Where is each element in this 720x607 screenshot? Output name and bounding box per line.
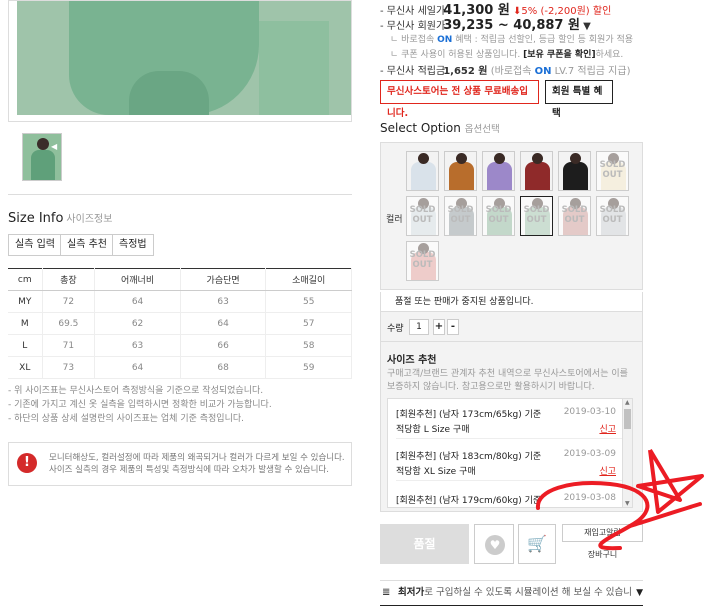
table-cell: 57	[265, 312, 352, 335]
soldout-label: SOLD OUT	[407, 242, 438, 280]
list-icon: ≣	[382, 587, 391, 598]
color-swatch[interactable]	[520, 151, 553, 191]
soldout-label: SOLD OUT	[483, 197, 514, 235]
soldout-label: SOLD OUT	[597, 197, 628, 235]
table-cell: 62	[94, 312, 181, 335]
scrollbar[interactable]: ▲ ▼	[622, 399, 632, 507]
table-cell: M	[8, 312, 43, 335]
size-recommend-box: 사이즈 추천 구매고객/브랜드 관계자 추천 내역으로 무신사스토어에서는 이를…	[380, 342, 643, 512]
coupon-note: ㄴ 쿠폰 사용이 허용된 상품입니다. [보유 쿠폰을 확인]하세요.	[390, 50, 624, 60]
chevron-down-icon: ▼	[636, 588, 643, 598]
table-cell: 69.5	[42, 312, 96, 335]
table-cell: XL	[8, 356, 43, 379]
size-table: cm 총장 어깨너비 가슴단면 소매길이 MY 72 64 63 55 M 69.5 62 64 57 L 7…	[8, 268, 352, 379]
table-cell: 58	[265, 334, 352, 357]
heart-icon: ♥	[485, 535, 505, 555]
cart-icon: 🛒	[527, 534, 547, 553]
recommend-list[interactable]: [회원추천] (남자 173cm/65kg) 기준 2019-03-10 적당함 …	[387, 398, 633, 508]
table-row: MY 72 64 63 55	[8, 290, 352, 313]
table-cell: 71	[42, 334, 96, 357]
table-cell: MY	[8, 290, 43, 313]
list-item: [회원추천] (남자 173cm/65kg) 기준 2019-03-10 적당함 …	[396, 399, 622, 439]
soldout-buy-button[interactable]: 품절	[380, 524, 469, 564]
list-item: [회원추천] (남자 179cm/60kg) 기준 2019-03-08	[396, 493, 616, 506]
free-shipping-banner[interactable]: 무신사스토어는 전 상품 무료배송입니다.	[380, 80, 539, 119]
table-cell: 64	[94, 290, 181, 313]
table-row: L 71 63 66 58	[8, 334, 352, 357]
color-swatch[interactable]: SOLD OUT	[406, 241, 439, 281]
measure-input-button[interactable]: 실측 입력	[8, 234, 62, 256]
report-link[interactable]: 신고	[599, 464, 616, 477]
table-cell: 64	[94, 356, 181, 379]
color-label: 컬러	[386, 215, 403, 225]
quantity-minus-button[interactable]: -	[447, 319, 459, 335]
color-swatch[interactable]	[444, 151, 477, 191]
table-cell: 59	[265, 356, 352, 379]
quantity-input[interactable]: 1	[409, 319, 429, 335]
table-cell: 64	[180, 312, 267, 335]
wishlist-button[interactable]: 장바구니	[562, 546, 643, 564]
color-swatch[interactable]: SOLD OUT	[596, 151, 629, 191]
color-swatch[interactable]: SOLD OUT	[406, 196, 439, 236]
divider	[8, 194, 352, 195]
measure-recommend-button[interactable]: 실측 추천	[60, 234, 114, 256]
table-cell: 68	[180, 356, 267, 379]
size-notes: - 위 사이즈표는 무신사스토어 측정방식을 기준으로 작성되었습니다. - 기…	[8, 386, 272, 424]
warning-box: ! 모니터해상도, 컬러설정에 따라 제품의 왜곡되거나 컬러가 다르게 보일 …	[8, 442, 352, 486]
table-row: XL 73 64 68 59	[8, 356, 352, 379]
table-header-cell: 소매길이	[265, 268, 352, 291]
table-cell: 63	[94, 334, 181, 357]
table-cell: 72	[42, 290, 96, 313]
coupon-link[interactable]: [보유 쿠폰을 확인]	[523, 50, 595, 60]
soldout-label: SOLD OUT	[407, 197, 438, 235]
soldout-label: SOLD OUT	[597, 152, 628, 190]
select-option-title: Select Option 옵션선택	[380, 121, 500, 135]
table-header-cell: 총장	[42, 268, 96, 291]
table-cell: 73	[42, 356, 96, 379]
warning-icon: !	[17, 453, 37, 473]
quantity-row: 수량 1 + -	[380, 312, 643, 342]
color-swatch[interactable]	[558, 151, 591, 191]
table-cell: 63	[180, 290, 267, 313]
table-cell: 66	[180, 334, 267, 357]
table-row: M 69.5 62 64 57	[8, 312, 352, 335]
soldout-label: SOLD OUT	[445, 197, 476, 235]
soldout-notice: 품절 또는 판매가 중지된 상품입니다.	[380, 292, 643, 312]
soldout-label: SOLD OUT	[521, 197, 552, 235]
color-swatch[interactable]	[406, 151, 439, 191]
restock-alert-button[interactable]: 재입고알림	[562, 524, 643, 542]
color-swatch[interactable]: SOLD OUT	[520, 196, 553, 236]
quantity-plus-button[interactable]: +	[433, 319, 445, 335]
direct-access-note: ㄴ 바로접속 ON 혜택 : 적립금 선할인, 등급 할인 등 회원가 적용	[390, 35, 634, 45]
like-button[interactable]: ♥	[474, 524, 514, 564]
size-info-title: Size Info 사이즈정보	[8, 211, 113, 226]
list-item: [회원추천] (남자 183cm/80kg) 기준 2019-03-09 적당함 …	[396, 441, 622, 481]
table-header-cell: 가슴단면	[180, 268, 267, 291]
soldout-label: SOLD OUT	[559, 197, 590, 235]
chevron-down-icon: ▼	[583, 21, 591, 32]
product-thumbnail[interactable]: ◀	[22, 133, 62, 181]
color-swatch[interactable]	[482, 151, 515, 191]
measure-method-button[interactable]: 측정법	[112, 234, 154, 256]
cart-button[interactable]: 🛒	[518, 524, 556, 564]
color-swatch[interactable]: SOLD OUT	[482, 196, 515, 236]
points-row: - 무신사 적립금 1,652 원 (바로접속 ON LV.7 적립금 지급)	[380, 66, 631, 77]
table-header-cell: cm	[8, 268, 43, 291]
color-swatch[interactable]: SOLD OUT	[558, 196, 591, 236]
product-main-image	[8, 0, 352, 122]
member-price-row[interactable]: - 무신사 회원가 39,235 ~ 40,887 원 ▼	[380, 14, 591, 33]
table-cell: L	[8, 334, 43, 357]
report-link[interactable]: 신고	[599, 422, 616, 435]
price-simulation-bar[interactable]: ≣ 최저가로 구입하실 수 있도록 시뮬레이션 해 보실 수 있습니다. ▼	[380, 580, 643, 606]
color-swatch[interactable]: SOLD OUT	[596, 196, 629, 236]
table-header-cell: 어깨너비	[94, 268, 181, 291]
color-swatch[interactable]: SOLD OUT	[444, 196, 477, 236]
table-cell: 55	[265, 290, 352, 313]
member-benefit-button[interactable]: 회원 특별 혜택	[545, 80, 613, 119]
